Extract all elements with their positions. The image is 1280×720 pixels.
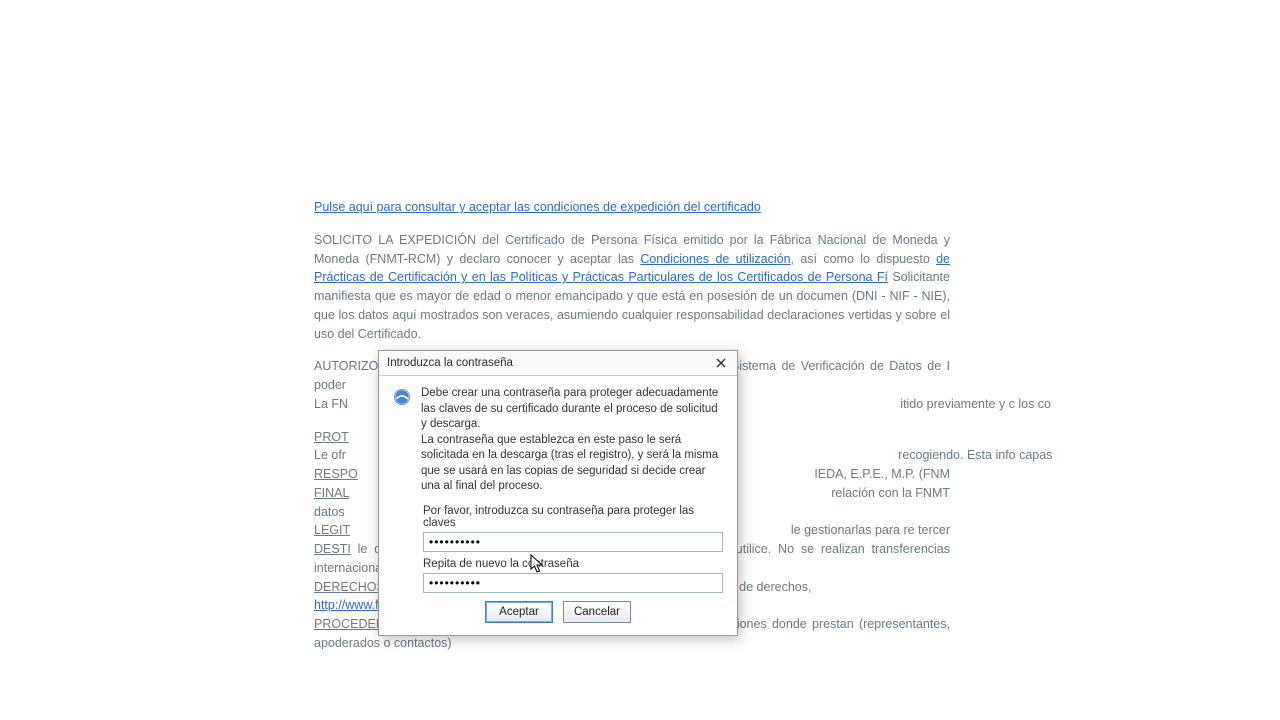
conditions-link[interactable]: Condiciones de utilización	[640, 252, 790, 266]
password-dialog: Introduzca la contraseña Debe crear una …	[378, 350, 738, 636]
terms-link[interactable]: Pulse aquí para consultar y aceptar las …	[314, 200, 761, 214]
dialog-message: Debe crear una contraseña para proteger …	[421, 386, 723, 495]
repeat-password-label: Repita de nuevo la contraseña	[423, 558, 723, 570]
cancel-button[interactable]: Cancelar	[563, 601, 631, 623]
paragraph-solicito: SOLICITO LA EXPEDICIÓN del Certificado d…	[314, 231, 950, 344]
dialog-titlebar[interactable]: Introduzca la contraseña	[379, 351, 737, 376]
close-icon[interactable]	[711, 354, 731, 372]
password-input[interactable]	[423, 532, 723, 552]
info-icon	[393, 388, 411, 406]
accept-button[interactable]: Aceptar	[485, 601, 553, 623]
dialog-title: Introduzca la contraseña	[387, 357, 513, 369]
password-label: Por favor, introduzca su contraseña para…	[423, 505, 723, 529]
repeat-password-input[interactable]	[423, 573, 723, 593]
